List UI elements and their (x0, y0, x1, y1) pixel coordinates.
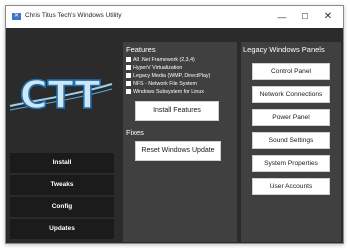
fixes-heading: Fixes (126, 128, 144, 137)
checkbox-box[interactable] (126, 88, 131, 94)
features-heading: Features (126, 45, 156, 54)
sidebar: CTT Install Tweaks Config Updates (6, 28, 114, 243)
logo-text: CTT (20, 73, 101, 117)
legacy-heading: Legacy Windows Panels (243, 45, 325, 54)
nav-updates-button[interactable]: Updates (10, 219, 114, 239)
close-button[interactable]: ✕ (317, 6, 339, 28)
checkbox-hyperv[interactable]: HyperV Virtualization (126, 64, 183, 72)
sound-settings-button[interactable]: Sound Settings (252, 132, 330, 149)
legacy-panels: Legacy Windows Panels Control Panel Netw… (241, 42, 341, 242)
features-panel: Features All .Net Framework (2,3,4) Hype… (123, 42, 237, 242)
user-accounts-button[interactable]: User Accounts (252, 178, 330, 195)
maximize-button[interactable]: ☐ (294, 6, 316, 28)
checkbox-wsl[interactable]: Windows Subsystem for Linux (126, 88, 204, 96)
minimize-button[interactable]: — (271, 6, 293, 28)
checkbox-legacy-media[interactable]: Legacy Media (WMP, DirectPlay) (126, 72, 211, 80)
checkbox-label: All .Net Framework (2,3,4) (133, 57, 195, 63)
install-features-button[interactable]: Install Features (135, 101, 219, 121)
nav-install-button[interactable]: Install (10, 153, 114, 173)
checkbox-box[interactable] (126, 56, 131, 62)
ctt-logo: CTT (9, 72, 113, 118)
checkbox-label: Legacy Media (WMP, DirectPlay) (133, 73, 211, 79)
checkbox-dotnet[interactable]: All .Net Framework (2,3,4) (126, 56, 195, 64)
checkbox-box[interactable] (126, 80, 131, 86)
nav-config-button[interactable]: Config (10, 197, 114, 217)
window-title: Chris Titus Tech's Windows Utility (25, 12, 122, 19)
checkbox-label: Windows Subsystem for Linux (133, 89, 204, 95)
app-window: ✕ Chris Titus Tech's Windows Utility — ☐… (5, 5, 344, 244)
reset-windows-update-button[interactable]: Reset Windows Update (135, 141, 221, 161)
checkbox-box[interactable] (126, 72, 131, 78)
power-panel-button[interactable]: Power Panel (252, 109, 330, 126)
checkbox-box[interactable] (126, 64, 131, 70)
checkbox-label: HyperV Virtualization (133, 65, 183, 71)
checkbox-nfs[interactable]: NFS - Network File System (126, 80, 197, 88)
utility-app-icon: ✕ (12, 13, 21, 20)
network-connections-button[interactable]: Network Connections (252, 86, 330, 103)
control-panel-button[interactable]: Control Panel (252, 63, 330, 80)
title-bar[interactable]: ✕ Chris Titus Tech's Windows Utility — ☐… (6, 6, 343, 28)
nav-tweaks-button[interactable]: Tweaks (10, 175, 114, 195)
checkbox-label: NFS - Network File System (133, 81, 197, 87)
system-properties-button[interactable]: System Properties (252, 155, 330, 172)
